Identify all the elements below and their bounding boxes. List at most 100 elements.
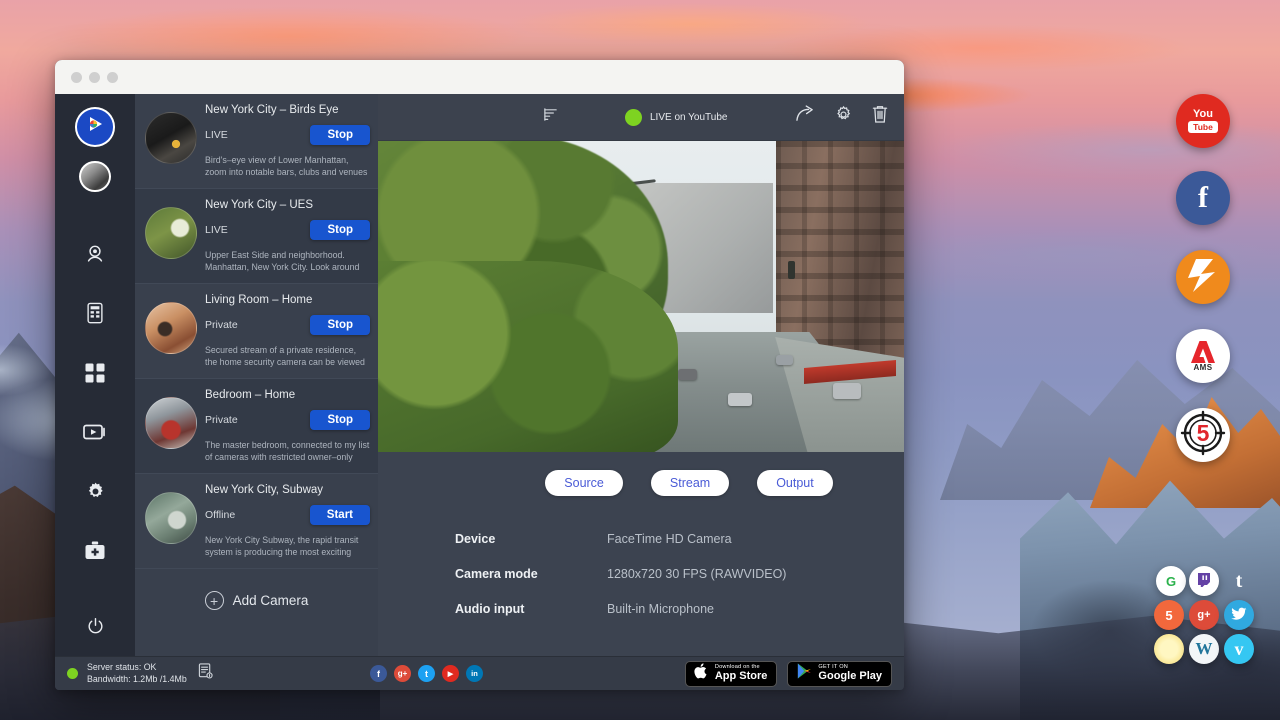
table-row: Device FaceTime HD Camera xyxy=(455,521,904,556)
info-value[interactable]: FaceTime HD Camera xyxy=(607,532,732,546)
desktop-icon-adobe-ams[interactable]: AMS xyxy=(1176,329,1230,383)
video-car xyxy=(728,393,752,406)
sidebar-item-app-logo[interactable] xyxy=(75,107,115,147)
status-dot-icon xyxy=(67,668,78,679)
desktop-icon-google-plus[interactable]: g+ xyxy=(1189,600,1219,630)
document-info-icon[interactable] xyxy=(198,663,213,684)
google-plus-icon: g+ xyxy=(1197,609,1210,621)
desktop-icon-wordpress[interactable]: W xyxy=(1189,634,1219,664)
stream-action-button[interactable]: Stop xyxy=(310,410,370,430)
youtube-tube-box: Tube xyxy=(1188,121,1218,133)
desktop-icon-sun[interactable] xyxy=(1154,634,1184,664)
tumblr-icon: t xyxy=(1236,570,1243,593)
window-titlebar xyxy=(55,60,904,94)
stream-state: Offline xyxy=(205,509,235,521)
settings-button[interactable] xyxy=(834,105,853,129)
vimeo-icon: v xyxy=(1235,639,1244,660)
stream-list[interactable]: New York City – Birds Eye LIVE Stop Bird… xyxy=(135,94,378,656)
layout-list-icon[interactable] xyxy=(543,107,558,127)
youtube-tube-label: Tube xyxy=(1188,121,1218,133)
sidebar-item-power[interactable] xyxy=(75,606,115,646)
stream-thumbnail xyxy=(145,492,197,544)
close-button[interactable] xyxy=(71,72,82,83)
tab-source[interactable]: Source xyxy=(545,470,623,496)
desktop-icon-twitter[interactable] xyxy=(1224,600,1254,630)
sidebar-item-mobile-device[interactable] xyxy=(75,293,115,333)
svg-text:5: 5 xyxy=(1197,420,1210,446)
store-badges: Download on the App Store G xyxy=(685,661,892,687)
video-car xyxy=(833,383,861,399)
delete-button[interactable] xyxy=(872,105,888,129)
facebook-icon[interactable]: f xyxy=(370,665,387,682)
source-info-table: Device FaceTime HD Camera Camera mode 12… xyxy=(378,509,904,626)
live-status-label: LIVE on YouTube xyxy=(650,112,727,123)
channel-five-target-icon: 5 xyxy=(1179,409,1227,462)
gear-icon xyxy=(834,111,853,128)
desktop-icon-channel-five[interactable]: 5 xyxy=(1176,408,1230,462)
info-key: Device xyxy=(455,532,607,546)
power-icon xyxy=(86,617,105,636)
list-item[interactable]: Living Room – Home Private Stop Secured … xyxy=(135,284,378,379)
sidebar-item-video-player[interactable] xyxy=(75,412,115,452)
twitter-icon[interactable]: t xyxy=(418,665,435,682)
app-store-badge[interactable]: Download on the App Store xyxy=(685,661,778,687)
desktop-icon-five[interactable]: 5 xyxy=(1154,600,1184,630)
desktop-icon-groups[interactable]: G xyxy=(1156,566,1186,596)
google-play-text: GET IT ON Google Play xyxy=(818,665,882,682)
share-button[interactable] xyxy=(795,105,815,129)
stream-action-button[interactable]: Start xyxy=(310,505,370,525)
stream-state: Private xyxy=(205,414,238,426)
plus-circle-icon: + xyxy=(205,591,224,610)
desktop-icon-bolt[interactable] xyxy=(1176,250,1230,304)
desktop-icon-vimeo[interactable]: v xyxy=(1224,634,1254,664)
live-dot-icon xyxy=(625,109,642,126)
video-car xyxy=(678,369,697,380)
main-panel: LIVE on YouTube xyxy=(378,94,904,656)
stream-description: The master bedroom, connected to my list… xyxy=(205,439,370,464)
sidebar-item-user-avatar[interactable] xyxy=(79,161,111,193)
sidebar-item-settings[interactable] xyxy=(75,472,115,512)
stream-title: New York City, Subway xyxy=(205,484,370,496)
linkedin-icon[interactable]: in xyxy=(466,665,483,682)
info-value[interactable]: Built-in Microphone xyxy=(607,602,714,616)
list-item[interactable]: Bedroom – Home Private Stop The master b… xyxy=(135,379,378,474)
live-status-indicator: LIVE on YouTube xyxy=(625,109,727,126)
youtube-icon[interactable]: ▶ xyxy=(442,665,459,682)
google-play-badge[interactable]: GET IT ON Google Play xyxy=(787,661,892,687)
desktop-icon-youtube[interactable]: You Tube xyxy=(1176,94,1230,148)
maximize-button[interactable] xyxy=(107,72,118,83)
video-preview[interactable] xyxy=(378,141,904,452)
five-icon: 5 xyxy=(1165,608,1172,623)
minimize-button[interactable] xyxy=(89,72,100,83)
stream-description: Secured stream of a private residence, t… xyxy=(205,344,370,369)
add-camera-label: Add Camera xyxy=(233,593,309,608)
google-plus-icon[interactable]: g+ xyxy=(394,665,411,682)
list-item[interactable]: New York City – Birds Eye LIVE Stop Bird… xyxy=(135,94,378,189)
stream-title: Bedroom – Home xyxy=(205,389,370,401)
desktop-icon-tumblr[interactable]: t xyxy=(1224,566,1254,596)
tab-output[interactable]: Output xyxy=(757,470,833,496)
stream-action-button[interactable]: Stop xyxy=(310,220,370,240)
mode-tabs: Source Stream Output xyxy=(378,452,904,509)
desktop-icon-facebook[interactable]: f xyxy=(1176,171,1230,225)
list-item[interactable]: New York City – UES LIVE Stop Upper East… xyxy=(135,189,378,284)
desktop: New York City – Birds Eye LIVE Stop Bird… xyxy=(0,0,1280,720)
desktop-icon-twitch[interactable] xyxy=(1189,566,1219,596)
social-links: f g+ t ▶ in xyxy=(370,665,483,682)
app-body: New York City – Birds Eye LIVE Stop Bird… xyxy=(55,94,904,656)
info-value[interactable]: 1280x720 30 FPS (RAWVIDEO) xyxy=(607,567,786,581)
stream-action-button[interactable]: Stop xyxy=(310,125,370,145)
tab-stream[interactable]: Stream xyxy=(651,470,729,496)
sidebar-item-webcam[interactable] xyxy=(75,234,115,274)
video-tree-lower xyxy=(378,261,678,452)
sidebar-item-grid-apps[interactable] xyxy=(75,353,115,393)
sidebar-item-support[interactable] xyxy=(75,531,115,571)
add-camera-button[interactable]: + Add Camera xyxy=(135,569,378,636)
info-key: Audio input xyxy=(455,602,607,616)
stream-action-button[interactable]: Stop xyxy=(310,315,370,335)
stream-description: Bird's–eye view of Lower Manhattan, zoom… xyxy=(205,154,370,179)
stream-thumbnail xyxy=(145,112,197,164)
list-item[interactable]: New York City, Subway Offline Start New … xyxy=(135,474,378,569)
bandwidth-label: Bandwidth: 1.2Mb /1.4Mb xyxy=(87,674,187,684)
grid-icon xyxy=(85,363,105,383)
